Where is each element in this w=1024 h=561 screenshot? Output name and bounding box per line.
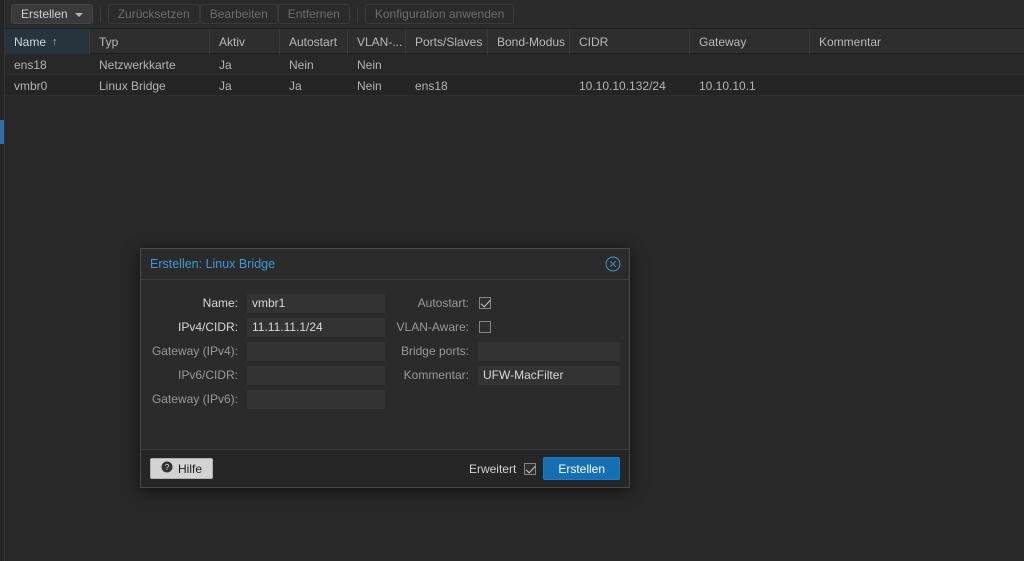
cell-name: vmbr0: [5, 75, 90, 96]
field-gateway-ipv4-row: Gateway (IPv4):: [149, 339, 385, 363]
field-ipv4cidr-label: IPv4/CIDR:: [149, 320, 247, 334]
column-header-type[interactable]: Typ: [90, 29, 210, 54]
svg-text:?: ?: [165, 463, 170, 472]
cell-active: Ja: [210, 75, 280, 96]
remove-button-label: Entfernen: [288, 7, 340, 21]
field-vlan-aware-row: VLAN-Aware:: [385, 315, 621, 339]
cell-vlan-aware: Nein: [348, 54, 406, 75]
field-ipv6cidr-label: IPv6/CIDR:: [149, 368, 247, 382]
cell-name: ens18: [5, 54, 90, 75]
question-circle-icon: ?: [161, 461, 173, 476]
help-button[interactable]: ? Hilfe: [150, 458, 213, 479]
dialog-footer-actions: Erweitert Erstellen: [469, 457, 620, 480]
dialog-title: Erstellen: Linux Bridge: [150, 257, 275, 271]
column-header-autostart[interactable]: Autostart: [280, 29, 348, 54]
cell-ports-slaves: ens18: [406, 75, 488, 96]
gateway-ipv6-input[interactable]: [247, 390, 385, 409]
cell-cidr: [570, 54, 690, 75]
cell-ports-slaves: [406, 54, 488, 75]
form-column-left: Name: IPv4/CIDR: Gateway (IPv4): IPv6/CI…: [149, 291, 385, 411]
column-header-vlan-aware[interactable]: VLAN-...: [348, 29, 406, 54]
form-column-right: Autostart: VLAN-Aware: Bridge ports: Kom…: [385, 291, 621, 411]
network-config-screen: Erstellen Zurücksetzen Bearbeiten Entfer…: [0, 0, 1024, 561]
field-autostart-label: Autostart:: [385, 296, 478, 310]
cell-vlan-aware: Nein: [348, 75, 406, 96]
field-comment-row: Kommentar:: [385, 363, 621, 387]
chevron-down-icon: [75, 13, 83, 17]
column-header-bond-mode[interactable]: Bond-Modus: [488, 29, 570, 54]
dialog-title-bar[interactable]: Erstellen: Linux Bridge: [141, 249, 629, 280]
field-gateway-ipv6-row: Gateway (IPv6):: [149, 387, 385, 411]
ipv4-cidr-input[interactable]: [247, 318, 385, 337]
field-bridge-ports-label: Bridge ports:: [385, 344, 478, 358]
apply-configuration-button[interactable]: Konfiguration anwenden: [365, 4, 514, 24]
field-ipv6cidr-row: IPv6/CIDR:: [149, 363, 385, 387]
gateway-ipv4-input[interactable]: [247, 342, 385, 361]
cell-type: Netzwerkkarte: [90, 54, 210, 75]
column-header-gateway[interactable]: Gateway: [690, 29, 810, 54]
column-header-active[interactable]: Aktiv: [210, 29, 280, 54]
network-interfaces-table: Name ↑ Typ Aktiv Autostart VLAN-... Port…: [5, 29, 1024, 96]
dialog-form: Name: IPv4/CIDR: Gateway (IPv4): IPv6/CI…: [141, 291, 629, 411]
bridge-ports-input[interactable]: [478, 342, 620, 361]
ipv6-cidr-input[interactable]: [247, 366, 385, 385]
field-autostart-row: Autostart:: [385, 291, 621, 315]
close-circle-icon[interactable]: [605, 256, 621, 272]
cell-active: Ja: [210, 54, 280, 75]
advanced-checkbox[interactable]: [524, 463, 536, 475]
toolbar-separator-2: [357, 7, 358, 22]
cell-gateway: [690, 54, 810, 75]
cell-comment: [810, 75, 1024, 96]
create-button-label: Erstellen: [21, 7, 68, 21]
revert-button[interactable]: Zurücksetzen: [108, 4, 200, 24]
edit-button-label: Bearbeiten: [210, 7, 268, 21]
toolbar-separator: [100, 7, 101, 22]
column-header-name[interactable]: Name ↑: [5, 29, 90, 54]
name-input[interactable]: [247, 294, 385, 313]
field-name-label: Name:: [149, 296, 247, 310]
cell-bond-mode: [488, 75, 570, 96]
field-comment-label: Kommentar:: [385, 368, 478, 382]
help-button-label: Hilfe: [178, 462, 202, 476]
cell-comment: [810, 54, 1024, 75]
create-linux-bridge-dialog: Erstellen: Linux Bridge Name: IPv4/CID: [140, 248, 630, 488]
submit-create-label: Erstellen: [558, 462, 605, 476]
cell-autostart: Ja: [280, 75, 348, 96]
advanced-toggle-label[interactable]: Erweitert: [469, 462, 516, 476]
dialog-footer: ? Hilfe Erweitert Erstellen: [141, 449, 629, 487]
field-bridge-ports-row: Bridge ports:: [385, 339, 621, 363]
revert-button-label: Zurücksetzen: [118, 7, 190, 21]
field-gateway-ipv6-label: Gateway (IPv6):: [149, 392, 247, 406]
autostart-checkbox[interactable]: [479, 297, 491, 309]
sort-ascending-icon: ↑: [52, 36, 58, 48]
apply-configuration-label: Konfiguration anwenden: [375, 7, 504, 21]
dialog-body: Name: IPv4/CIDR: Gateway (IPv4): IPv6/CI…: [141, 280, 629, 450]
table-row[interactable]: vmbr0 Linux Bridge Ja Ja Nein ens18 10.1…: [5, 75, 1024, 96]
scroll-position-marker[interactable]: [0, 120, 4, 144]
table-row[interactable]: ens18 Netzwerkkarte Ja Nein Nein: [5, 54, 1024, 75]
vlan-aware-checkbox[interactable]: [479, 321, 491, 333]
cell-autostart: Nein: [280, 54, 348, 75]
column-header-cidr[interactable]: CIDR: [570, 29, 690, 54]
column-header-comment[interactable]: Kommentar: [810, 29, 1024, 54]
cell-bond-mode: [488, 54, 570, 75]
network-toolbar: Erstellen Zurücksetzen Bearbeiten Entfer…: [5, 0, 1024, 29]
edit-button[interactable]: Bearbeiten: [200, 4, 278, 24]
cell-type: Linux Bridge: [90, 75, 210, 96]
column-header-ports-slaves[interactable]: Ports/Slaves: [406, 29, 488, 54]
field-ipv4cidr-row: IPv4/CIDR:: [149, 315, 385, 339]
field-gateway-ipv4-label: Gateway (IPv4):: [149, 344, 247, 358]
cell-gateway: 10.10.10.1: [690, 75, 810, 96]
column-header-name-label: Name: [14, 35, 46, 49]
field-vlan-aware-label: VLAN-Aware:: [385, 320, 478, 334]
create-button[interactable]: Erstellen: [11, 4, 93, 24]
submit-create-button[interactable]: Erstellen: [543, 457, 620, 480]
cell-cidr: 10.10.10.132/24: [570, 75, 690, 96]
remove-button[interactable]: Entfernen: [278, 4, 350, 24]
table-header-row: Name ↑ Typ Aktiv Autostart VLAN-... Port…: [5, 29, 1024, 54]
comment-input[interactable]: [478, 366, 620, 385]
field-name-row: Name:: [149, 291, 385, 315]
